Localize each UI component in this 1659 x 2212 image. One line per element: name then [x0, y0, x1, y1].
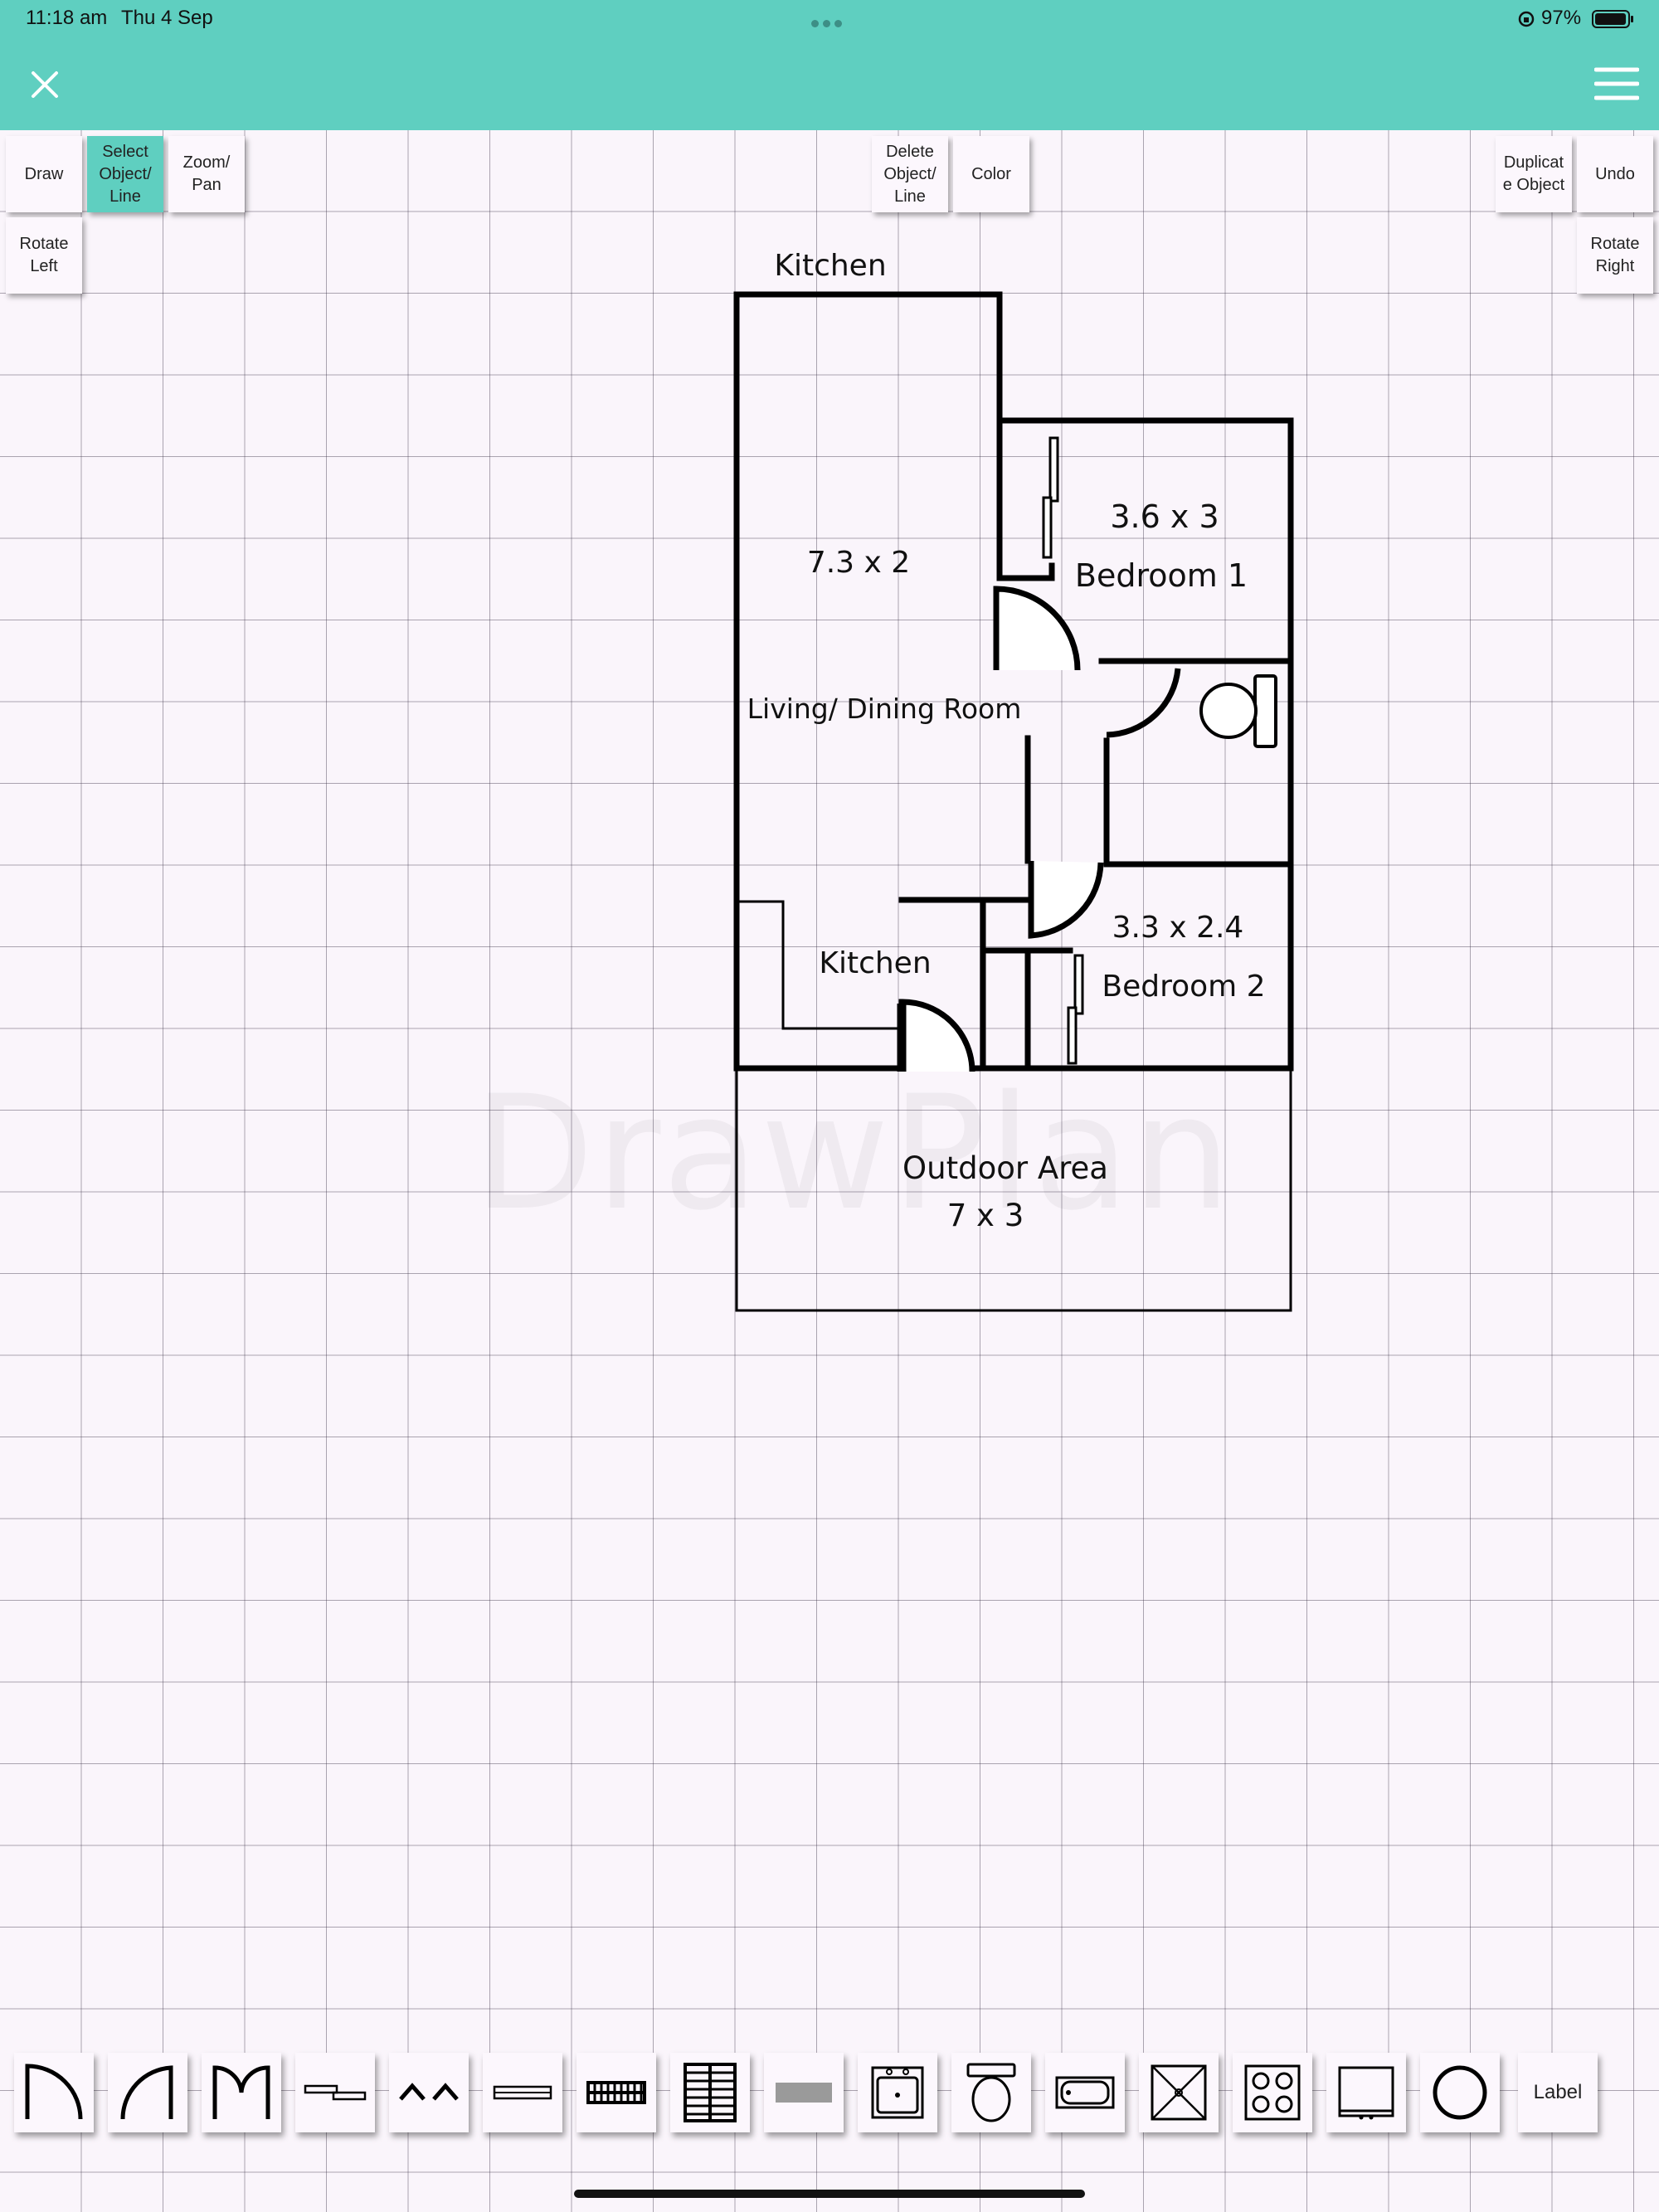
window-icon[interactable]	[483, 2053, 562, 2132]
double-door-icon[interactable]	[202, 2053, 281, 2132]
label-bedroom2-dims[interactable]: 3.3 x 2.4	[1112, 911, 1244, 945]
outdoor-area	[735, 1067, 1292, 1312]
floor-plan[interactable]: Kitchen 7.3 x 2 Living/ Dining Room 3.6 …	[0, 0, 1659, 2212]
wardrobe-door	[1067, 1006, 1078, 1065]
label-outdoor-dims[interactable]: 7 x 3	[947, 1198, 1024, 1233]
object-palette: Label	[0, 2053, 1659, 2136]
label-bedroom1-dims[interactable]: 3.6 x 3	[1110, 498, 1219, 535]
shower-icon[interactable]	[1139, 2053, 1219, 2132]
header-bar: 11:18 am Thu 4 Sep 97%	[0, 0, 1659, 130]
orientation-lock-icon	[1518, 11, 1535, 27]
duplicate-object-button[interactable]: Duplicat e Object	[1496, 136, 1572, 212]
battery-percent: 97%	[1541, 7, 1582, 29]
door-icon	[993, 586, 1081, 671]
wall-block-icon[interactable]	[764, 2053, 844, 2132]
multitask-dots-icon[interactable]	[811, 17, 848, 27]
label-button[interactable]: Label	[1518, 2053, 1598, 2132]
bifold-door-icon[interactable]	[389, 2053, 469, 2132]
label-living-name[interactable]: Living/ Dining Room	[747, 693, 1022, 725]
label-living-dims[interactable]: 7.3 x 2	[807, 546, 910, 580]
door-icon[interactable]	[14, 2053, 94, 2132]
cabinet-icon[interactable]	[1326, 2053, 1406, 2132]
wardrobe-door	[1042, 496, 1053, 559]
close-icon[interactable]	[30, 70, 60, 100]
door-icon	[1106, 668, 1181, 738]
label-kitchen-top[interactable]: Kitchen	[774, 249, 886, 283]
door-icon	[1028, 861, 1104, 939]
menu-icon[interactable]	[1594, 66, 1639, 101]
sliding-door-icon[interactable]	[295, 2053, 375, 2132]
zoom-pan-button[interactable]: Zoom/ Pan	[168, 136, 245, 212]
draw-button[interactable]: Draw	[6, 136, 82, 212]
toilet-cistern	[1253, 674, 1277, 748]
label-kitchen-inner[interactable]: Kitchen	[819, 946, 931, 980]
toilet-icon[interactable]	[951, 2053, 1031, 2132]
label-bedroom1-name[interactable]: Bedroom 1	[1075, 557, 1248, 594]
undo-button[interactable]: Undo	[1577, 136, 1653, 212]
cooktop-icon[interactable]	[1233, 2053, 1312, 2132]
rotate-right-button[interactable]: Rotate Right	[1577, 217, 1653, 294]
label-button-text: Label	[1533, 2081, 1583, 2103]
home-indicator[interactable]	[574, 2190, 1085, 2198]
stairs-icon[interactable]	[577, 2053, 656, 2132]
bath-icon[interactable]	[1045, 2053, 1125, 2132]
wardrobe-door	[1048, 436, 1059, 503]
color-button[interactable]: Color	[953, 136, 1029, 212]
label-outdoor-name[interactable]: Outdoor Area	[902, 1150, 1108, 1186]
sink-icon[interactable]	[858, 2053, 937, 2132]
select-object-line-button[interactable]: Select Object/ Line	[87, 136, 163, 212]
status-time: 11:18 am	[26, 7, 108, 29]
wardrobe-door	[1073, 954, 1084, 1015]
label-bedroom2-name[interactable]: Bedroom 2	[1102, 970, 1265, 1004]
stairs-landing-icon[interactable]	[670, 2053, 750, 2132]
door-icon	[898, 999, 975, 1072]
status-date: Thu 4 Sep	[121, 7, 213, 29]
rotate-left-button[interactable]: Rotate Left	[6, 217, 82, 294]
toilet-bowl	[1199, 683, 1258, 739]
delete-object-line-button[interactable]: Delete Object/ Line	[872, 136, 948, 212]
single-door-icon[interactable]	[108, 2053, 187, 2132]
battery-icon	[1592, 10, 1633, 28]
circle-icon[interactable]	[1420, 2053, 1500, 2132]
